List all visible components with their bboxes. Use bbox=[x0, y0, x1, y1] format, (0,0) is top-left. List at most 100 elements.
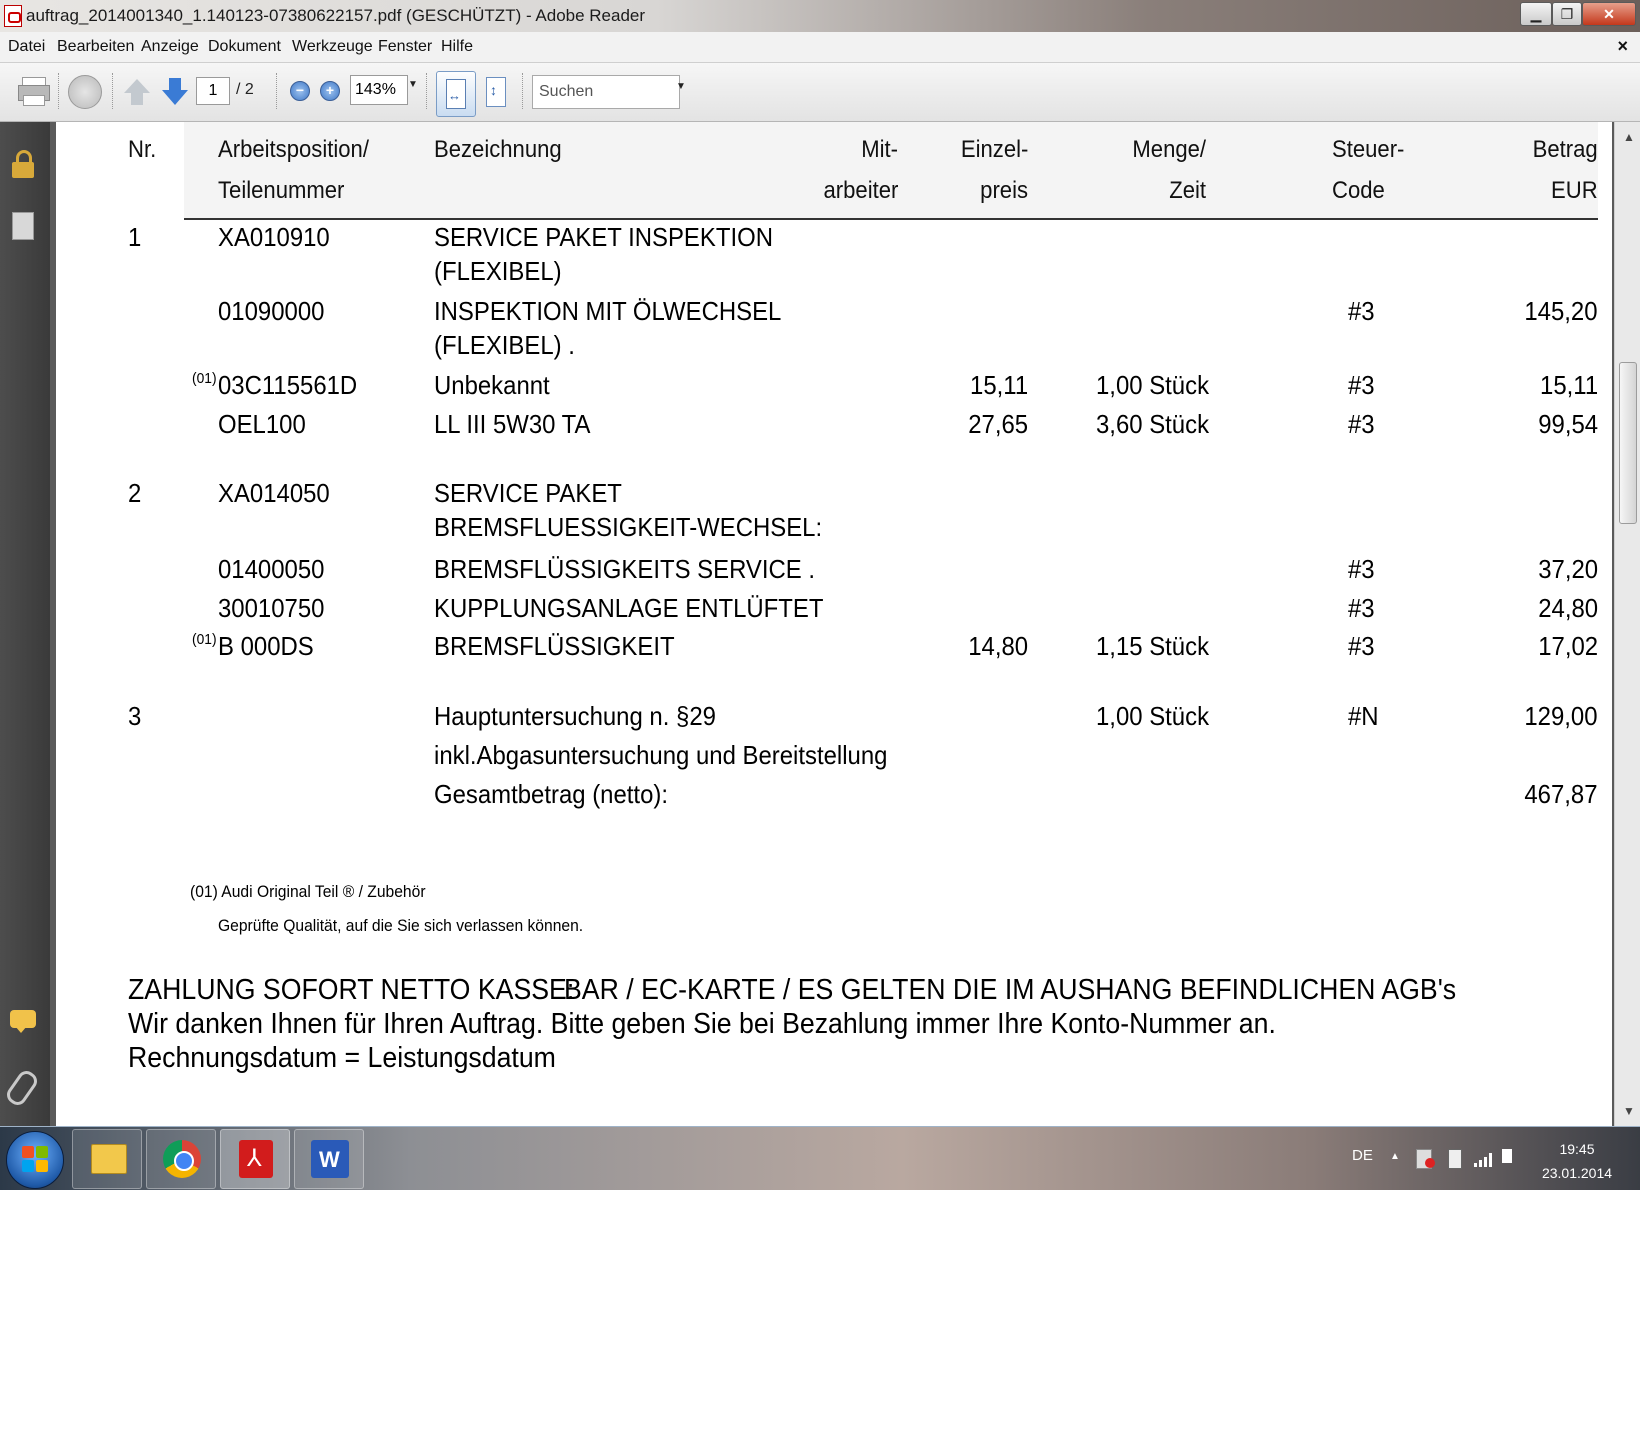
row-bezeichnung-2: inkl.Abgasuntersuchung und Bereitstellun… bbox=[434, 740, 888, 770]
document-page: Nr. Arbeitsposition/ Teilenummer Bezeich… bbox=[56, 122, 1612, 1126]
menu-dokument[interactable]: Dokument bbox=[208, 38, 281, 56]
row-bezeichnung-2: (FLEXIBEL) bbox=[434, 256, 562, 286]
toolbar-separator bbox=[426, 73, 429, 109]
row-menge: 1,00 Stück bbox=[1096, 370, 1210, 400]
header-mitarbeiter-1: Mit- bbox=[861, 136, 898, 163]
adobe-reader-taskbar-button[interactable] bbox=[220, 1129, 290, 1189]
header-bezeichnung: Bezeichnung bbox=[434, 136, 562, 163]
system-clock[interactable]: 19:45 23.01.2014 bbox=[1532, 1137, 1622, 1185]
toolbar-separator bbox=[112, 73, 115, 109]
comments-icon[interactable] bbox=[10, 1010, 36, 1033]
clock-time: 19:45 bbox=[1559, 1141, 1595, 1157]
row-position: 01090000 bbox=[218, 296, 325, 326]
menu-anzeige[interactable]: Anzeige bbox=[141, 38, 199, 56]
header-mitarbeiter-2: arbeiter bbox=[823, 177, 898, 204]
search-input[interactable]: Suchen bbox=[532, 75, 680, 109]
row-position: 01400050 bbox=[218, 554, 325, 584]
chrome-taskbar-button[interactable] bbox=[146, 1129, 216, 1189]
row-betrag: 15,11 bbox=[1539, 370, 1598, 400]
previous-page-icon-stem bbox=[131, 92, 143, 105]
header-steuer-2: Code bbox=[1332, 177, 1385, 204]
header-menge-1: Menge/ bbox=[1132, 136, 1206, 163]
row-position: B 000DS bbox=[218, 631, 314, 661]
show-hidden-icons-icon[interactable]: ▲ bbox=[1390, 1151, 1400, 1162]
adobe-reader-window: auftrag_2014001340_1.140123-07380622157.… bbox=[0, 0, 1640, 1190]
next-page-icon[interactable] bbox=[162, 90, 188, 105]
zoom-in-icon[interactable]: + bbox=[320, 81, 340, 101]
windows-logo-red bbox=[22, 1146, 34, 1158]
invoice-date-note: Rechnungsdatum = Leistungsdatum bbox=[128, 1042, 556, 1074]
menu-fenster[interactable]: Fenster bbox=[378, 38, 432, 56]
security-lock-icon[interactable] bbox=[12, 150, 34, 180]
row-bezeichnung: BREMSFLÜSSIGKEITS SERVICE . bbox=[434, 554, 816, 584]
vertical-scrollbar[interactable]: ▲ ▼ bbox=[1614, 122, 1640, 1126]
explorer-taskbar-button[interactable] bbox=[72, 1129, 142, 1189]
thank-you-note: Wir danken Ihnen für Ihren Auftrag. Bitt… bbox=[128, 1008, 1276, 1040]
page-total-label: / 2 bbox=[236, 81, 254, 98]
header-arbeitsposition: Arbeitsposition/ bbox=[218, 136, 369, 163]
windows-taskbar: DE ▲ 19:45 23.01.2014 bbox=[0, 1126, 1640, 1190]
scrollbar-thumb[interactable] bbox=[1619, 362, 1637, 524]
row-superscript: (01) bbox=[192, 370, 217, 403]
total-label: Gesamtbetrag (netto): bbox=[434, 779, 668, 809]
fit-width-button[interactable] bbox=[436, 71, 476, 117]
row-position: OEL100 bbox=[218, 409, 306, 439]
previous-page-icon[interactable] bbox=[124, 79, 150, 93]
page-thumbnails-icon[interactable] bbox=[9, 209, 34, 240]
row-steuer-code: #3 bbox=[1348, 296, 1375, 326]
page-number-input[interactable]: 1 bbox=[196, 77, 230, 105]
adobe-reader-icon bbox=[239, 1140, 273, 1178]
fit-width-icon bbox=[446, 79, 466, 109]
toolbar-separator bbox=[522, 73, 525, 109]
row-nr: 2 bbox=[128, 478, 142, 508]
fit-page-icon[interactable] bbox=[486, 77, 506, 107]
row-betrag: 99,54 bbox=[1538, 409, 1598, 439]
power-icon[interactable] bbox=[1448, 1149, 1462, 1169]
minimize-button[interactable]: ▁ bbox=[1520, 2, 1552, 26]
row-bezeichnung: SERVICE PAKET bbox=[434, 478, 622, 508]
start-button[interactable] bbox=[6, 1131, 64, 1189]
zoom-level-input[interactable]: 143% bbox=[350, 75, 408, 105]
windows-logo-yellow bbox=[36, 1160, 48, 1172]
menu-datei[interactable]: Datei bbox=[8, 38, 45, 56]
menu-bearbeiten[interactable]: Bearbeiten bbox=[57, 38, 134, 56]
scroll-up-icon[interactable]: ▲ bbox=[1623, 130, 1635, 144]
language-indicator[interactable]: DE bbox=[1352, 1147, 1373, 1164]
collaborate-icon[interactable] bbox=[68, 75, 102, 109]
row-bezeichnung-2: (FLEXIBEL) . bbox=[434, 330, 575, 360]
menu-hilfe[interactable]: Hilfe bbox=[441, 38, 473, 56]
row-position: XA014050 bbox=[218, 478, 330, 508]
scroll-down-icon[interactable]: ▼ bbox=[1623, 1104, 1635, 1118]
row-position: 03C115561D bbox=[218, 370, 358, 400]
header-betrag-1: Betrag bbox=[1532, 136, 1598, 163]
header-steuer-1: Steuer- bbox=[1332, 136, 1405, 163]
row-bezeichnung: SERVICE PAKET INSPEKTION bbox=[434, 222, 773, 252]
zoom-out-icon[interactable]: − bbox=[290, 81, 310, 101]
menu-werkzeuge[interactable]: Werkzeuge bbox=[292, 38, 373, 56]
payment-methods: BAR / EC-KARTE / ES GELTEN DIE IM AUSHAN… bbox=[564, 974, 1457, 1006]
clock-date: 23.01.2014 bbox=[1541, 1165, 1613, 1181]
network-signal-icon[interactable] bbox=[1474, 1153, 1492, 1167]
zoom-dropdown-icon[interactable]: ▼ bbox=[408, 79, 418, 90]
row-position: 30010750 bbox=[218, 593, 325, 623]
row-einzelpreis: 27,65 bbox=[968, 409, 1028, 439]
word-taskbar-button[interactable] bbox=[294, 1129, 364, 1189]
windows-logo-green bbox=[36, 1146, 48, 1158]
close-window-button[interactable]: ✕ bbox=[1582, 2, 1636, 26]
row-betrag: 129,00 bbox=[1524, 701, 1598, 731]
payment-terms-label: ZAHLUNG SOFORT NETTO KASSE: bbox=[128, 974, 575, 1006]
row-bezeichnung: INSPEKTION MIT ÖLWECHSEL bbox=[434, 296, 782, 326]
action-center-icon[interactable] bbox=[1416, 1149, 1435, 1169]
restore-button[interactable]: ❐ bbox=[1552, 2, 1582, 26]
print-icon[interactable] bbox=[18, 77, 50, 106]
row-steuer-code: #3 bbox=[1348, 631, 1375, 661]
header-betrag-2: EUR bbox=[1551, 177, 1598, 204]
row-nr: 3 bbox=[128, 701, 142, 731]
volume-icon[interactable] bbox=[1502, 1149, 1512, 1163]
close-document-icon[interactable]: × bbox=[1617, 36, 1628, 57]
word-icon bbox=[311, 1140, 349, 1178]
row-menge: 1,00 Stück bbox=[1096, 701, 1210, 731]
search-dropdown-icon[interactable]: ▼ bbox=[676, 81, 686, 92]
row-bezeichnung: LL III 5W30 TA bbox=[434, 409, 591, 439]
pdf-file-icon bbox=[4, 5, 22, 27]
